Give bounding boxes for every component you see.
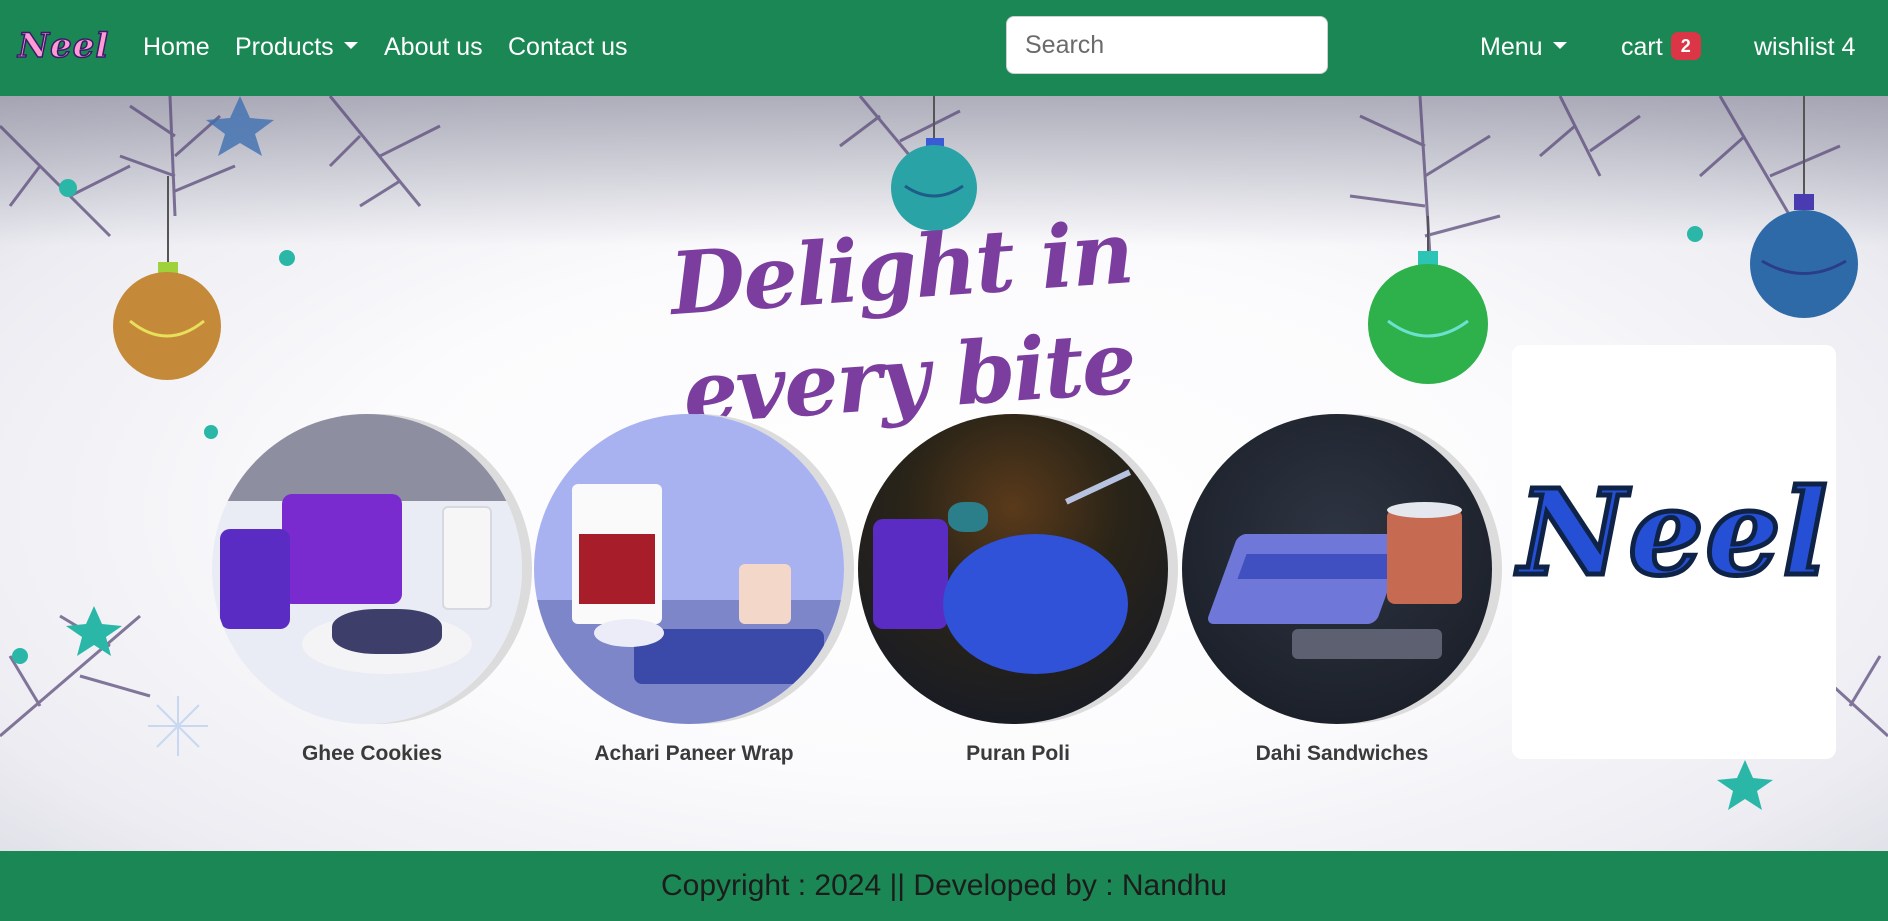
product-label: Dahi Sandwiches: [1255, 742, 1429, 765]
product-card[interactable]: Ghee Cookies: [212, 414, 532, 765]
nav-home-link[interactable]: Home: [143, 30, 210, 64]
nav-products-dropdown[interactable]: Products: [235, 30, 358, 64]
product-image: [1182, 414, 1492, 724]
product-card[interactable]: Achari Paneer Wrap: [534, 414, 854, 765]
footer-copyright: Copyright : 2024 || Developed by : Nandh…: [661, 869, 1227, 902]
cart-link[interactable]: cart 2: [1621, 30, 1701, 64]
menu-dropdown[interactable]: Menu: [1480, 30, 1567, 64]
hero-banner: Delight in every bite Ghee Cookies Achar…: [0, 96, 1888, 851]
brand-logo[interactable]: Neel: [17, 25, 109, 67]
product-image: [212, 414, 522, 724]
wishlist-link[interactable]: wishlist 4: [1754, 30, 1855, 64]
brand-logo-card: Neel: [1512, 345, 1836, 759]
product-label: Ghee Cookies: [301, 742, 443, 765]
product-label: Achari Paneer Wrap: [594, 742, 794, 765]
chevron-down-icon: [343, 41, 358, 49]
cart-count-badge: 2: [1670, 32, 1701, 61]
product-image: [534, 414, 844, 724]
menu-label: Menu: [1480, 33, 1543, 61]
product-card[interactable]: Puran Poli: [858, 414, 1178, 765]
nav-contact-link[interactable]: Contact us: [508, 30, 628, 64]
cart-label: cart: [1621, 33, 1663, 61]
brand-logo-large: Neel: [1516, 461, 1830, 605]
product-image: [858, 414, 1168, 724]
search-input[interactable]: [1006, 16, 1328, 74]
navbar: Neel Home Products About us Contact us M…: [0, 0, 1888, 96]
nav-about-link[interactable]: About us: [384, 30, 483, 64]
nav-products-label: Products: [235, 33, 334, 61]
product-label: Puran Poli: [966, 742, 1070, 765]
footer: Copyright : 2024 || Developed by : Nandh…: [0, 851, 1888, 921]
product-card[interactable]: Dahi Sandwiches: [1182, 414, 1502, 765]
chevron-down-icon: [1552, 41, 1567, 49]
